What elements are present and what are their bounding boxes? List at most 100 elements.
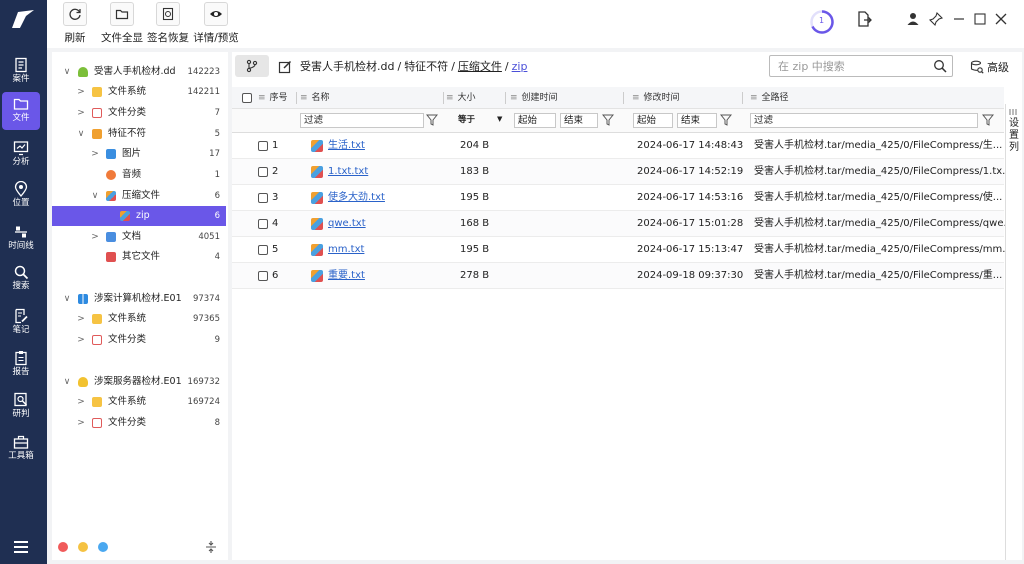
close-icon[interactable]: [992, 10, 1010, 28]
header-size[interactable]: ≡ 大小: [446, 87, 476, 109]
filter-funnel-icon[interactable]: [982, 113, 994, 127]
rail-item-10[interactable]: 工具箱: [2, 430, 40, 468]
column-divider[interactable]: [505, 92, 506, 104]
file-name-link[interactable]: mm.txt: [328, 237, 364, 263]
header-path[interactable]: ≡ 全路径: [750, 87, 789, 109]
breadcrumb-item[interactable]: zip: [512, 60, 528, 73]
file-name-link[interactable]: 1.txt.txt: [328, 159, 368, 185]
signature-recover-button[interactable]: 签名恢复: [146, 2, 190, 45]
filter-funnel-icon[interactable]: [602, 113, 614, 127]
table-row[interactable]: 1 生活.txt 204 B 2024-06-17 14:48:43 受害人手机检材.t…: [232, 133, 1004, 159]
table-row[interactable]: 2 1.txt.txt 183 B 2024-06-17 14:52:19 受害人手机检…: [232, 159, 1012, 185]
tree-node[interactable]: zip 6: [52, 206, 226, 226]
chevron-down-icon[interactable]: ∨: [62, 62, 72, 82]
created-start-input[interactable]: 起始: [514, 113, 556, 128]
search-input[interactable]: [778, 56, 928, 76]
header-index[interactable]: ≡ 序号: [258, 87, 288, 109]
table-row[interactable]: 6 重要.txt 278 B 2024-09-18 09:37:30 受害人手机检材.t…: [232, 263, 1004, 289]
show-all-files-button[interactable]: 文件全显: [99, 2, 145, 45]
advanced-search-button[interactable]: 高级: [970, 59, 1009, 75]
tree-node[interactable]: > 文件系统 169724: [52, 392, 226, 412]
pin-icon[interactable]: [927, 10, 945, 28]
tree-node[interactable]: > 文件分类 7: [52, 103, 226, 123]
rail-item-6[interactable]: 搜索: [2, 260, 40, 298]
export-file-icon[interactable]: [855, 10, 873, 28]
column-divider[interactable]: [623, 92, 624, 104]
rail-item-2[interactable]: 文件: [2, 92, 40, 130]
chevron-right-icon[interactable]: >: [90, 227, 100, 247]
path-filter-input[interactable]: 过滤: [750, 113, 978, 128]
yellow-dot-icon[interactable]: [78, 542, 88, 552]
tree-node[interactable]: > 图片 17: [52, 144, 226, 164]
row-checkbox[interactable]: [258, 193, 268, 203]
tree-node[interactable]: ∨ 涉案服务器检材.E01 169732: [52, 372, 226, 392]
created-end-input[interactable]: 结束: [560, 113, 598, 128]
chevron-right-icon[interactable]: >: [76, 309, 86, 329]
rail-item-3[interactable]: 分析: [2, 136, 40, 174]
file-name-link[interactable]: 使多大劲.txt: [328, 185, 385, 211]
tree-node[interactable]: 其它文件 4: [52, 247, 226, 267]
tree-node[interactable]: ∨ 压缩文件 6: [52, 186, 226, 206]
blue-dot-icon[interactable]: [98, 542, 108, 552]
chevron-down-icon[interactable]: ∨: [90, 186, 100, 206]
chevron-right-icon[interactable]: >: [76, 392, 86, 412]
chevron-right-icon[interactable]: >: [76, 413, 86, 433]
file-name-link[interactable]: 生活.txt: [328, 133, 365, 159]
chevron-right-icon[interactable]: >: [90, 144, 100, 164]
chevron-right-icon[interactable]: >: [76, 330, 86, 350]
row-checkbox[interactable]: [258, 167, 268, 177]
header-created[interactable]: ≡ 创建时间: [510, 87, 558, 109]
rail-item-9[interactable]: 研判: [2, 388, 40, 426]
dropdown-arrow-icon[interactable]: ▼: [497, 115, 502, 123]
column-settings-tab[interactable]: 设置列: [1005, 104, 1021, 560]
column-divider[interactable]: [742, 92, 743, 104]
column-divider[interactable]: [296, 92, 297, 104]
tree-node[interactable]: > 文档 4051: [52, 227, 226, 247]
header-name[interactable]: ≡ 名称: [300, 87, 330, 109]
filter-funnel-icon[interactable]: [720, 113, 732, 127]
rail-item-1[interactable]: 案件: [2, 53, 40, 91]
chevron-down-icon[interactable]: ∨: [62, 372, 72, 392]
tree-node[interactable]: ∨ 特征不符 5: [52, 124, 226, 144]
hamburger-menu-icon[interactable]: [13, 540, 29, 554]
breadcrumb-item[interactable]: 压缩文件: [458, 60, 502, 73]
select-all-checkbox[interactable]: [242, 93, 252, 103]
tree-node[interactable]: ∨ 受害人手机检材.dd 142223: [52, 62, 226, 82]
modified-end-input[interactable]: 结束: [677, 113, 717, 128]
row-checkbox[interactable]: [258, 141, 268, 151]
modified-start-input[interactable]: 起始: [633, 113, 673, 128]
table-row[interactable]: 4 qwe.txt 168 B 2024-06-17 15:01:28 受害人手机检材.…: [232, 211, 1013, 237]
chevron-right-icon[interactable]: >: [76, 103, 86, 123]
tree-node[interactable]: > 文件系统 142211: [52, 82, 226, 102]
breadcrumb-item[interactable]: 受害人手机检材.dd: [300, 60, 394, 73]
rail-item-7[interactable]: 笔记: [2, 304, 40, 342]
minimize-icon[interactable]: [950, 10, 968, 28]
tree-node[interactable]: ∨ 涉案计算机检材.E01 97374: [52, 289, 226, 309]
header-modified[interactable]: ≡ 修改时间: [632, 87, 680, 109]
table-row[interactable]: 5 mm.txt 195 B 2024-06-17 15:13:47 受害人手机检材.t…: [232, 237, 1012, 263]
chevron-down-icon[interactable]: ∨: [76, 124, 86, 144]
tree-node[interactable]: 音频 1: [52, 165, 226, 185]
edit-path-icon[interactable]: [278, 60, 292, 74]
breadcrumb-item[interactable]: 特征不符: [404, 60, 448, 73]
chevron-down-icon[interactable]: ∨: [62, 289, 72, 309]
chevron-right-icon[interactable]: >: [76, 82, 86, 102]
table-row[interactable]: 3 使多大劲.txt 195 B 2024-06-17 14:53:16 受害人手机检材…: [232, 185, 1004, 211]
file-name-link[interactable]: 重要.txt: [328, 263, 365, 289]
tree-node[interactable]: > 文件系统 97365: [52, 309, 226, 329]
column-divider[interactable]: [443, 92, 444, 104]
rail-item-5[interactable]: 时间线: [2, 220, 40, 258]
size-operator-select[interactable]: 等于: [458, 113, 475, 128]
user-icon[interactable]: [904, 10, 922, 28]
rail-item-8[interactable]: 报告: [2, 346, 40, 384]
row-checkbox[interactable]: [258, 245, 268, 255]
tree-toggle-button[interactable]: [235, 55, 269, 77]
tree-node[interactable]: > 文件分类 8: [52, 413, 226, 433]
row-checkbox[interactable]: [258, 271, 268, 281]
collapse-all-icon[interactable]: [204, 540, 218, 554]
rail-item-4[interactable]: 位置: [2, 177, 40, 215]
row-checkbox[interactable]: [258, 219, 268, 229]
red-dot-icon[interactable]: [58, 542, 68, 552]
name-filter-input[interactable]: 过滤: [300, 113, 424, 128]
detail-preview-button[interactable]: 详情/预览: [193, 2, 239, 45]
